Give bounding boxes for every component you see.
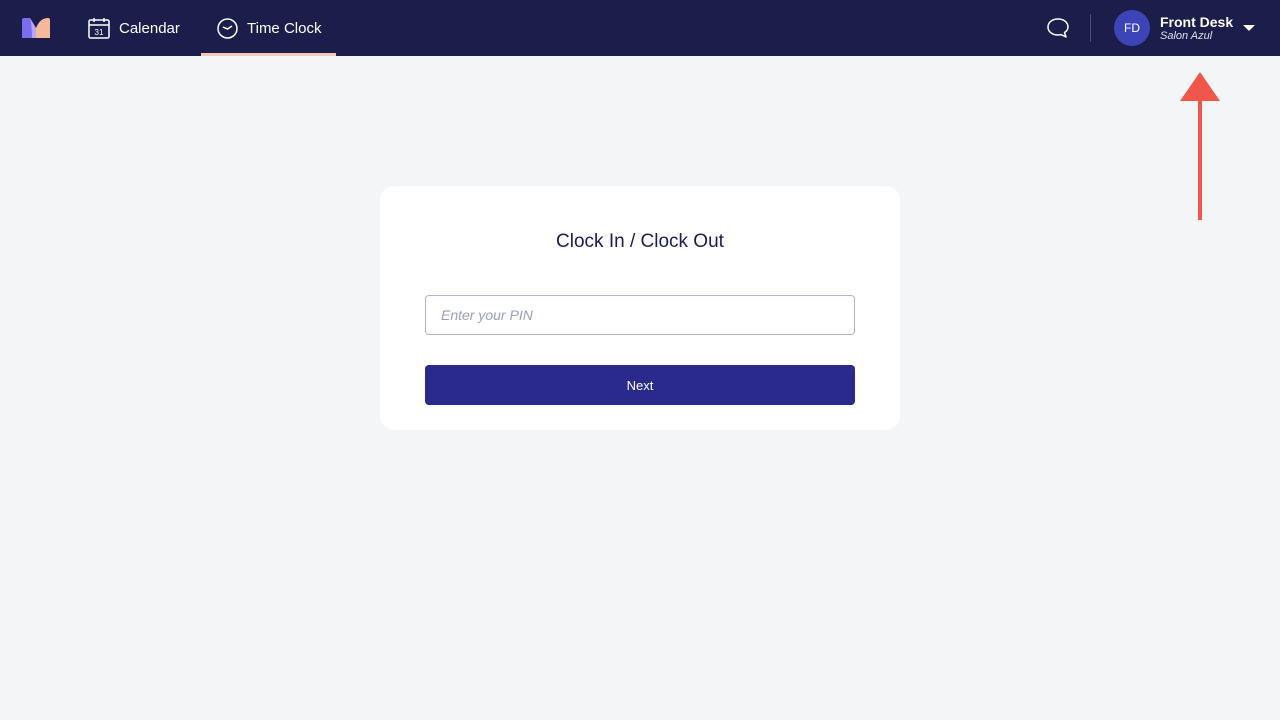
top-navigation-bar: 31 Calendar Time Clock FD Front Desk Sal… <box>0 0 1280 56</box>
avatar: FD <box>1114 10 1150 46</box>
nav-item-time-clock[interactable]: Time Clock <box>201 0 336 56</box>
chat-icon[interactable] <box>1046 17 1070 39</box>
chevron-down-icon[interactable] <box>1243 24 1255 32</box>
clock-icon <box>217 17 238 39</box>
next-button[interactable]: Next <box>425 365 855 405</box>
nav-item-label: Calendar <box>119 19 180 37</box>
user-organization: Salon Azul <box>1160 29 1213 42</box>
calendar-icon: 31 <box>88 18 110 39</box>
svg-text:31: 31 <box>95 28 104 37</box>
nav-item-label: Time Clock <box>247 19 322 37</box>
annotation-arrow-icon <box>1180 72 1220 220</box>
clock-in-card: Clock In / Clock Out Next <box>380 186 900 430</box>
user-name: Front Desk <box>1160 13 1234 30</box>
app-logo-icon[interactable] <box>22 18 50 38</box>
user-info: Front Desk Salon Azul <box>1160 14 1233 43</box>
active-tab-indicator <box>201 53 336 56</box>
card-title: Clock In / Clock Out <box>556 231 724 252</box>
nav-item-calendar[interactable]: 31 Calendar <box>88 0 180 56</box>
pin-input[interactable] <box>425 295 855 335</box>
topbar-divider <box>1090 14 1091 42</box>
user-menu[interactable]: FD Front Desk Salon Azul <box>1114 10 1264 46</box>
